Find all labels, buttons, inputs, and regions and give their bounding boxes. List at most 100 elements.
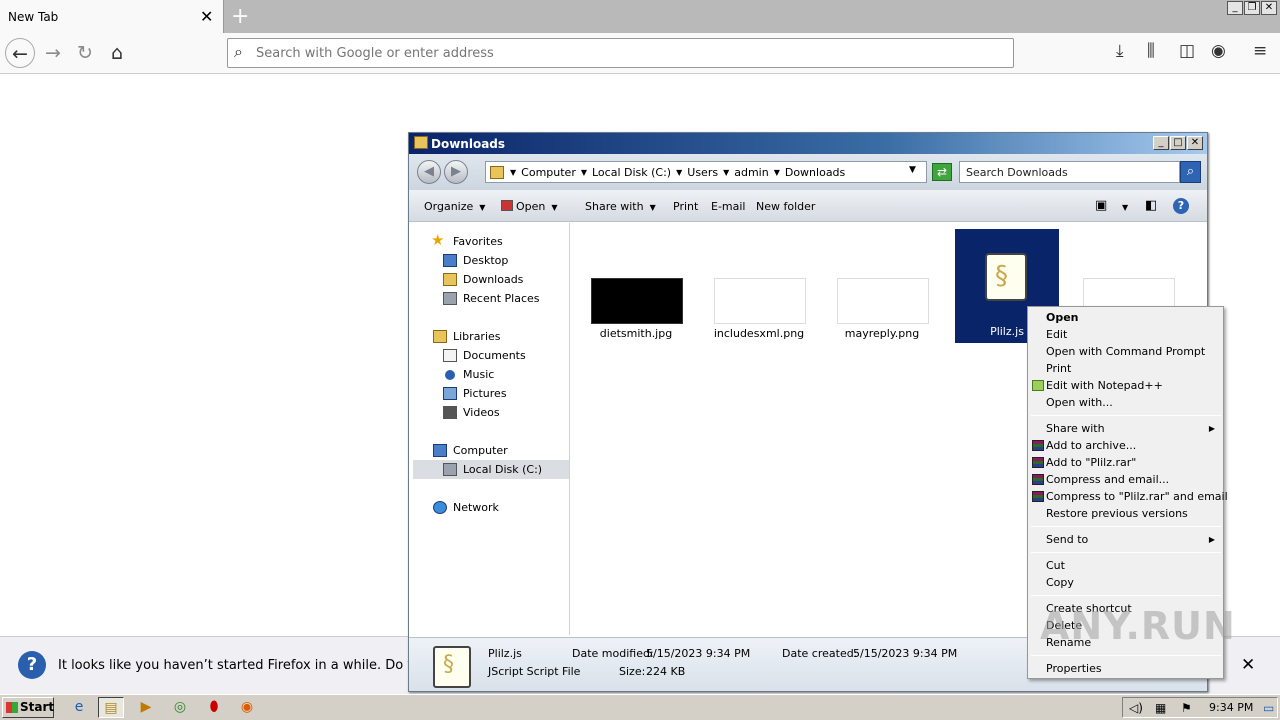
nav-local-disk[interactable]: Local Disk (C:) xyxy=(413,460,569,479)
menu-item-cut[interactable]: Cut xyxy=(1030,557,1221,574)
menu-item-properties[interactable]: Properties xyxy=(1030,660,1221,677)
tab-close-icon[interactable]: ✕ xyxy=(200,7,213,26)
firefox-taskbar-icon[interactable]: ◉ xyxy=(234,697,260,718)
email-button[interactable]: E-mail xyxy=(711,200,746,213)
notepad-icon xyxy=(1032,380,1044,391)
explorer-back-button[interactable]: ◀ xyxy=(417,160,441,184)
url-bar[interactable]: ⌕ xyxy=(227,38,1014,68)
menu-item-add-archive[interactable]: Add to archive... xyxy=(1030,437,1221,454)
search-input[interactable]: Search Downloads xyxy=(959,161,1180,183)
menu-item-print[interactable]: Print xyxy=(1030,360,1221,377)
address-dropdown-icon[interactable]: ▼ xyxy=(909,165,916,175)
explorer-title-bar[interactable]: Downloads _ □ ✕ xyxy=(409,133,1207,154)
opera-icon[interactable]: ⬮ xyxy=(201,697,227,718)
organize-button[interactable]: Organize ▼ xyxy=(424,200,485,213)
breadcrumb-local-disk[interactable]: Local Disk (C:) xyxy=(592,166,671,179)
restore-button[interactable]: ❐ xyxy=(1244,1,1260,15)
print-button[interactable]: Print xyxy=(673,200,698,213)
menu-item-compress-rar-email[interactable]: Compress to "Plilz.rar" and email xyxy=(1030,488,1228,505)
help-icon[interactable]: ? xyxy=(1173,198,1189,214)
share-with-button[interactable]: Share with ▼ xyxy=(585,200,656,213)
breadcrumb-downloads[interactable]: Downloads xyxy=(785,166,845,179)
clock[interactable]: 9:34 PM xyxy=(1209,701,1253,714)
folder-icon xyxy=(414,136,428,149)
new-folder-button[interactable]: New folder xyxy=(756,200,815,213)
videos-icon xyxy=(443,406,457,419)
breadcrumb-users[interactable]: Users xyxy=(687,166,718,179)
nav-network[interactable]: Network xyxy=(413,498,569,517)
search-icon[interactable]: ⌕ xyxy=(1180,161,1201,183)
menu-item-edit[interactable]: Edit xyxy=(1030,326,1221,343)
network-tray-icon[interactable]: ▦ xyxy=(1155,701,1166,715)
browser-tab-bar: New Tab ✕ + _ ❐ ✕ xyxy=(0,0,1280,33)
menu-item-open-cmd[interactable]: Open with Command Prompt xyxy=(1030,343,1221,360)
winrar-icon xyxy=(1032,491,1044,502)
chrome-icon[interactable]: ◎ xyxy=(167,697,193,718)
open-app-icon xyxy=(501,200,513,211)
minimize-button[interactable]: _ xyxy=(1227,1,1243,15)
url-input[interactable] xyxy=(256,43,996,63)
winrar-icon xyxy=(1032,440,1044,451)
nav-desktop[interactable]: Desktop xyxy=(413,251,569,270)
views-icon[interactable]: ▣ xyxy=(1095,198,1107,213)
new-tab-button[interactable]: + xyxy=(231,4,249,29)
tab-new-tab[interactable]: New Tab ✕ xyxy=(0,0,224,33)
download-icon[interactable]: ⤓ xyxy=(1116,41,1124,61)
breadcrumb-admin[interactable]: admin xyxy=(734,166,768,179)
menu-item-add-rar[interactable]: Add to "Plilz.rar" xyxy=(1030,454,1221,471)
menu-icon[interactable]: ≡ xyxy=(1253,41,1267,61)
views-dropdown-icon[interactable]: ▼ xyxy=(1122,200,1128,213)
media-player-icon[interactable]: ▶ xyxy=(133,697,159,718)
nav-recent-places[interactable]: Recent Places xyxy=(413,289,569,308)
breadcrumb[interactable]: ▼ Computer ▼ Local Disk (C:) ▼ Users ▼ a… xyxy=(485,161,927,183)
notification-close-icon[interactable]: ✕ xyxy=(1241,655,1255,675)
start-button[interactable]: Start xyxy=(2,697,54,718)
explorer-maximize-button[interactable]: □ xyxy=(1170,136,1186,150)
nav-documents[interactable]: Documents xyxy=(413,346,569,365)
image-thumbnail xyxy=(591,278,683,324)
refresh-button[interactable]: ⇄ xyxy=(932,163,952,181)
explorer-taskbar-icon[interactable]: ▤ xyxy=(98,697,124,718)
reload-button[interactable]: ↻ xyxy=(70,38,100,68)
back-button[interactable]: ← xyxy=(5,38,35,68)
nav-music[interactable]: Music xyxy=(413,365,569,384)
nav-favorites[interactable]: ★ Favorites xyxy=(413,231,569,251)
file-item[interactable]: mayreply.png xyxy=(827,223,931,340)
menu-item-compress-email[interactable]: Compress and email... xyxy=(1030,471,1221,488)
account-icon[interactable]: ◉ xyxy=(1211,41,1226,61)
nav-pictures[interactable]: Pictures xyxy=(413,384,569,403)
menu-item-restore[interactable]: Restore previous versions xyxy=(1030,505,1221,522)
library-icon[interactable]: ⫼ xyxy=(1147,41,1155,61)
menu-item-copy[interactable]: Copy xyxy=(1030,574,1221,591)
forward-button[interactable]: → xyxy=(38,38,68,68)
details-modified-label: Date modified: xyxy=(572,647,654,660)
open-button[interactable]: Open ▼ xyxy=(501,200,558,213)
file-item[interactable]: dietsmith.jpg xyxy=(581,223,685,340)
home-button[interactable]: ⌂ xyxy=(102,38,132,68)
explorer-forward-button[interactable]: ▶ xyxy=(444,160,468,184)
menu-item-open[interactable]: Open xyxy=(1030,309,1221,326)
nav-computer[interactable]: Computer xyxy=(413,441,569,460)
show-desktop-icon[interactable]: ▭ xyxy=(1263,701,1274,715)
menu-item-share-with[interactable]: Share with ▶ xyxy=(1030,420,1221,437)
nav-libraries[interactable]: Libraries xyxy=(413,327,569,346)
tab-title: New Tab xyxy=(8,10,59,24)
close-window-button[interactable]: ✕ xyxy=(1261,1,1277,15)
explorer-minimize-button[interactable]: _ xyxy=(1153,136,1169,150)
sidebar-icon[interactable]: ◫ xyxy=(1179,41,1195,61)
menu-item-edit-notepad[interactable]: Edit with Notepad++ xyxy=(1030,377,1221,394)
menu-item-send-to[interactable]: Send to ▶ xyxy=(1030,531,1221,548)
ie-icon[interactable]: e xyxy=(66,697,92,718)
explorer-close-button[interactable]: ✕ xyxy=(1187,136,1203,150)
action-center-flag-icon[interactable]: ⚑ xyxy=(1181,701,1192,715)
question-icon: ? xyxy=(18,651,46,679)
nav-downloads[interactable]: Downloads xyxy=(413,270,569,289)
file-item[interactable]: includesxml.png xyxy=(704,223,808,340)
network-icon xyxy=(433,501,447,514)
nav-videos[interactable]: Videos xyxy=(413,403,569,422)
breadcrumb-computer[interactable]: Computer xyxy=(521,166,576,179)
preview-pane-icon[interactable]: ◧ xyxy=(1145,198,1157,213)
menu-item-open-with[interactable]: Open with... xyxy=(1030,394,1221,411)
file-name: mayreply.png xyxy=(844,327,920,340)
volume-icon[interactable]: ◁) xyxy=(1129,701,1143,715)
